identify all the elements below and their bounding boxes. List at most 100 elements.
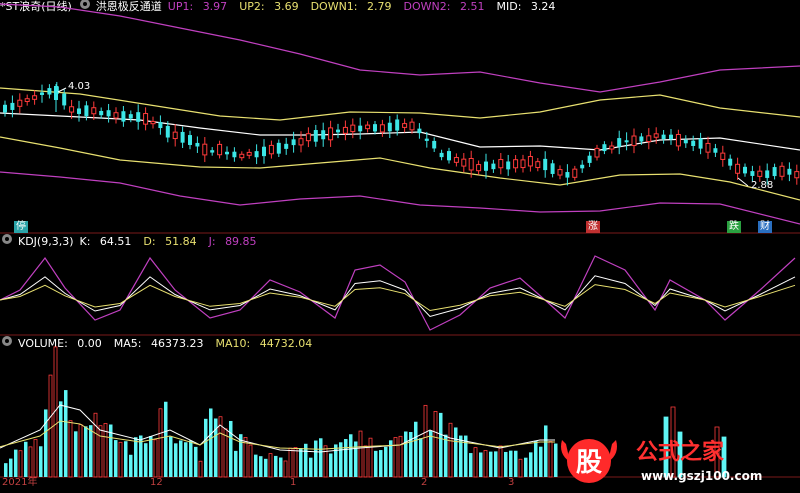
- candle-body: [779, 165, 785, 177]
- candle-body: [609, 145, 615, 150]
- candle-body: [328, 127, 334, 141]
- candle-body: [32, 95, 38, 100]
- volume-bar: [414, 421, 418, 477]
- volume-bar: [479, 452, 483, 477]
- volume-bar: [319, 438, 323, 477]
- volume-bar: [494, 451, 498, 477]
- volume-bar: [124, 441, 128, 477]
- time-label: 2: [421, 477, 428, 488]
- candle-body: [698, 138, 703, 149]
- volume-bar: [209, 408, 213, 477]
- volume-bar: [489, 451, 493, 477]
- stock-chart[interactable]: [0, 0, 800, 489]
- candle-body: [298, 138, 304, 146]
- candle-body: [728, 158, 733, 166]
- candle-body: [594, 147, 600, 158]
- volume-bar: [374, 450, 378, 477]
- candle-body: [106, 110, 111, 117]
- candle-body: [225, 151, 229, 155]
- volume-bar: [33, 439, 38, 478]
- volume-bar: [24, 441, 28, 477]
- candle-body: [750, 171, 755, 176]
- candle-body: [3, 104, 7, 113]
- volume-bar: [448, 422, 453, 478]
- volume-bar: [344, 439, 348, 477]
- volume-bar: [204, 418, 208, 477]
- volume-bar: [129, 454, 133, 477]
- volume-bar: [39, 446, 43, 477]
- time-label: 1: [290, 477, 297, 488]
- candle-body: [54, 86, 58, 100]
- candle-body: [453, 157, 459, 163]
- volume-bar: [28, 446, 33, 478]
- time-label: 3: [508, 477, 515, 488]
- volume-bar: [454, 427, 458, 477]
- volume-bar: [158, 408, 163, 478]
- volume-bar: [189, 440, 193, 477]
- candle-body: [342, 126, 348, 134]
- candle-body: [543, 158, 548, 171]
- volume-bar: [444, 434, 448, 477]
- volume-bar: [214, 418, 218, 477]
- kdj-d-line: [0, 284, 796, 312]
- volume-bar: [498, 445, 503, 478]
- channel-bands: [0, 3, 800, 225]
- band-up2: [0, 87, 800, 121]
- volume-bar: [534, 440, 538, 477]
- volume-bar: [529, 452, 533, 477]
- candle-body: [268, 144, 274, 155]
- volume-bar: [89, 425, 93, 477]
- volume-bar: [309, 457, 313, 477]
- volume-bar: [184, 442, 188, 477]
- volume-bar: [234, 450, 238, 477]
- logo-url: www.gszj100.com: [641, 469, 762, 483]
- candle-body: [417, 128, 422, 134]
- volume-bar: [18, 450, 23, 478]
- candle-body: [713, 148, 718, 153]
- volume-bar: [514, 450, 518, 477]
- logo-graphic: 股 公式之家 www.gszj100.com: [561, 439, 762, 483]
- candle-body: [99, 110, 104, 116]
- volume-bar: [153, 439, 158, 478]
- volume-bar: [368, 437, 373, 478]
- volume-bar: [98, 425, 103, 478]
- candle-body: [128, 114, 133, 119]
- volume-bar: [329, 453, 333, 477]
- candle-body: [587, 155, 592, 163]
- candle-body: [787, 168, 792, 175]
- candle-body: [617, 138, 622, 147]
- candle-body: [675, 133, 681, 147]
- candle-body: [557, 169, 563, 176]
- candle-body: [195, 142, 200, 147]
- volume-bar: [84, 426, 88, 477]
- watermark-logo: 股 公式之家 www.gszj100.com: [556, 434, 800, 489]
- candle-body: [757, 170, 763, 177]
- candle-body: [69, 106, 75, 113]
- volume-bar: [539, 446, 543, 477]
- candle-body: [550, 163, 555, 174]
- volume-bar: [439, 412, 443, 477]
- candle-body: [653, 133, 659, 138]
- candle-body: [254, 151, 259, 158]
- candle-body: [262, 146, 266, 157]
- candle-body: [735, 163, 741, 174]
- volume-bar: [314, 440, 318, 477]
- volume-bar: [14, 449, 18, 477]
- volume-bar: [544, 425, 548, 477]
- candle-body: [498, 159, 504, 169]
- candle-body: [136, 112, 141, 122]
- volume-bar: [423, 404, 428, 478]
- candle-body: [77, 108, 81, 114]
- volume-bar: [48, 374, 53, 478]
- volume-bar: [419, 438, 423, 477]
- kdj-lines: [0, 255, 796, 331]
- high-price-label: 4.03: [68, 81, 91, 92]
- candle-body: [387, 122, 392, 132]
- volume-bar: [299, 447, 303, 477]
- volume-bar: [274, 455, 278, 477]
- candle-body: [468, 157, 474, 171]
- volume-bar: [248, 444, 253, 478]
- volume-bar: [283, 460, 288, 478]
- candle-body: [535, 161, 541, 169]
- candle-body: [527, 156, 533, 167]
